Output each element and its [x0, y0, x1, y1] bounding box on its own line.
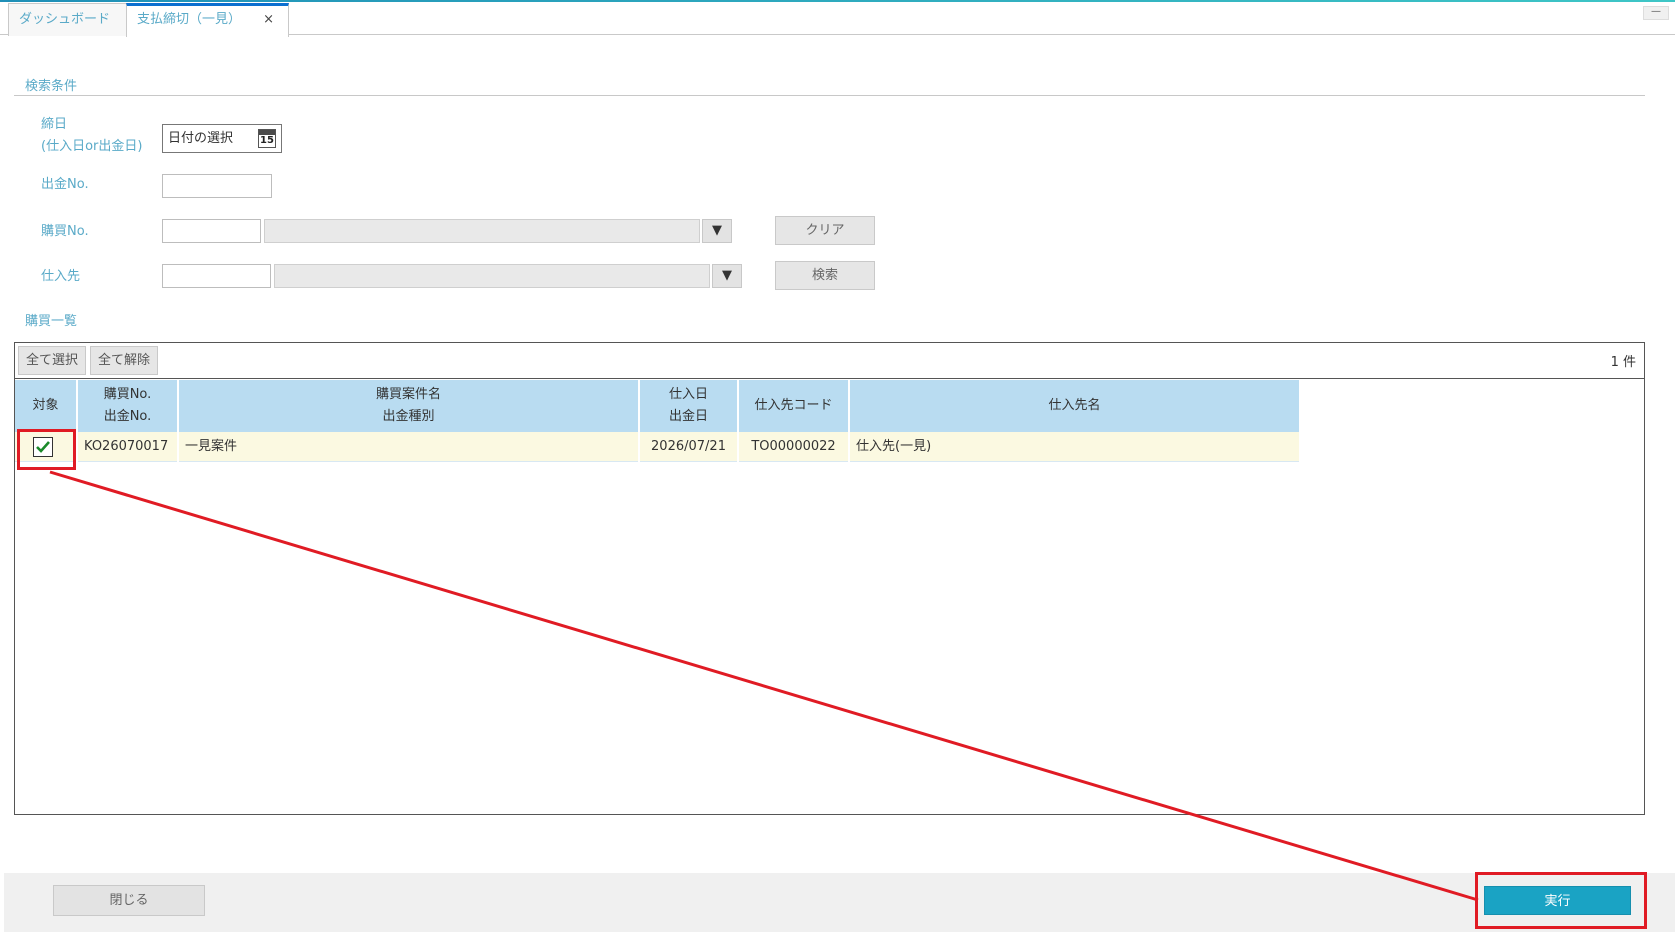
annotation-arrow: [49, 470, 1479, 902]
